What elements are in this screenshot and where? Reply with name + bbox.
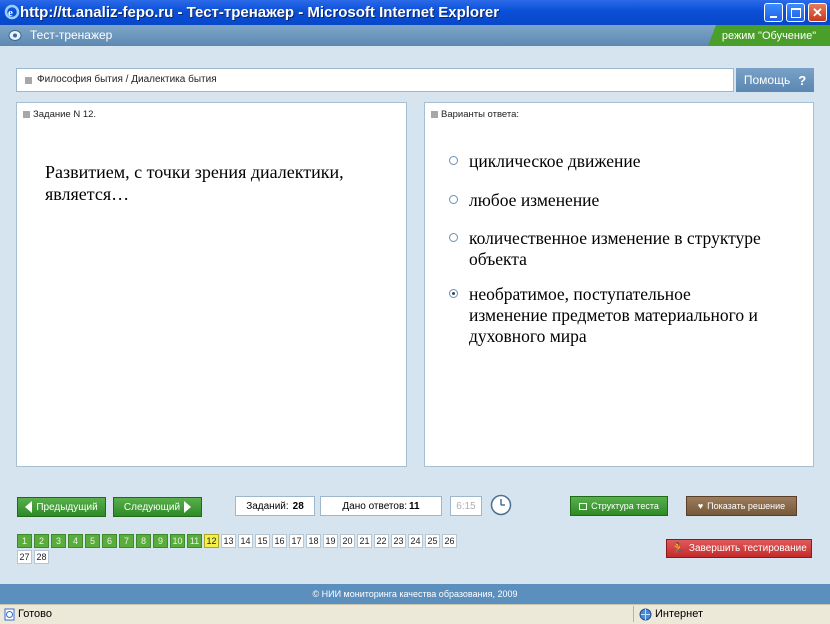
maximize-button[interactable] bbox=[786, 3, 805, 22]
close-button[interactable]: ✕ bbox=[808, 3, 827, 22]
tasks-count: 28 bbox=[292, 500, 304, 512]
question-header: Задание N 12. bbox=[33, 109, 97, 120]
question-text: Развитием, с точки зрения диалектики, яв… bbox=[45, 162, 344, 204]
answer-label: циклическое движение bbox=[469, 151, 641, 171]
task-number-17[interactable]: 17 bbox=[289, 534, 304, 548]
question-header-bullet-icon bbox=[23, 111, 30, 118]
title-bar: e http://tt.analiz-fepo.ru - Тест-тренаж… bbox=[0, 0, 830, 25]
task-number-8[interactable]: 8 bbox=[136, 534, 151, 548]
show-solution-label: Показать решение bbox=[707, 501, 786, 511]
app-header: Тест-тренажер bbox=[0, 25, 830, 46]
radio-button[interactable] bbox=[449, 233, 458, 242]
task-number-19[interactable]: 19 bbox=[323, 534, 338, 548]
finish-test-button[interactable]: 🏃 Завершить тестирование bbox=[666, 539, 812, 558]
arrow-right-icon bbox=[184, 501, 192, 513]
globe-icon bbox=[639, 608, 652, 621]
arrow-left-icon bbox=[25, 501, 33, 513]
radio-button-selected[interactable] bbox=[449, 289, 458, 298]
task-number-22[interactable]: 22 bbox=[374, 534, 389, 548]
status-bar: Готово Интернет bbox=[0, 604, 830, 624]
minimize-icon bbox=[770, 15, 777, 18]
task-number-9[interactable]: 9 bbox=[153, 534, 168, 548]
next-button[interactable]: Следующий bbox=[113, 497, 202, 517]
tasks-label: Заданий: bbox=[246, 500, 289, 512]
restore-icon bbox=[790, 7, 801, 18]
help-button[interactable]: Помощь ? bbox=[736, 68, 814, 92]
task-number-2[interactable]: 2 bbox=[34, 534, 49, 548]
previous-button[interactable]: Предыдущий bbox=[17, 497, 106, 517]
answer-label: необратимое, поступательное изменение пр… bbox=[469, 284, 758, 346]
page-icon bbox=[4, 608, 15, 621]
structure-icon bbox=[579, 502, 588, 510]
minimize-button[interactable] bbox=[764, 3, 783, 22]
question-panel: Задание N 12. Развитием, с точки зрения … bbox=[16, 102, 407, 467]
task-number-23[interactable]: 23 bbox=[391, 534, 406, 548]
answers-header: Варианты ответа: bbox=[441, 109, 520, 120]
help-label: Помощь bbox=[743, 73, 791, 87]
task-number-25[interactable]: 25 bbox=[425, 534, 440, 548]
task-number-28[interactable]: 28 bbox=[34, 550, 49, 564]
clock-icon[interactable] bbox=[490, 494, 512, 516]
task-number-20[interactable]: 20 bbox=[340, 534, 355, 548]
answers-panel: Варианты ответа: циклическое движение лю… bbox=[424, 102, 814, 467]
answers-header-bullet-icon bbox=[431, 111, 438, 118]
app-logo-icon bbox=[8, 30, 22, 41]
test-structure-button[interactable]: Структура теста bbox=[570, 496, 668, 516]
task-number-1[interactable]: 1 bbox=[17, 534, 32, 548]
breadcrumb-bullet-icon bbox=[25, 77, 32, 84]
task-number-12[interactable]: 12 bbox=[204, 534, 219, 548]
security-zone: Интернет bbox=[655, 608, 703, 620]
task-number-21[interactable]: 21 bbox=[357, 534, 372, 548]
window-title: http://tt.analiz-fepo.ru - Тест-тренажер… bbox=[20, 4, 500, 21]
app-title: Тест-тренажер bbox=[30, 28, 113, 42]
show-solution-button[interactable]: ♥ Показать решение bbox=[686, 496, 797, 516]
task-number-3[interactable]: 3 bbox=[51, 534, 66, 548]
footer: © НИИ мониторинга качества образования, … bbox=[0, 584, 830, 604]
task-number-10[interactable]: 10 bbox=[170, 534, 185, 548]
status-divider bbox=[633, 606, 634, 622]
task-number-15[interactable]: 15 bbox=[255, 534, 270, 548]
answer-label: любое изменение bbox=[469, 190, 600, 210]
ie-logo-icon: e bbox=[4, 4, 20, 20]
radio-button[interactable] bbox=[449, 156, 458, 165]
task-number-4[interactable]: 4 bbox=[68, 534, 83, 548]
question-mark-icon: ? bbox=[798, 72, 807, 88]
task-number-27[interactable]: 27 bbox=[17, 550, 32, 564]
timer-display: 6:15 bbox=[450, 496, 482, 516]
close-icon: ✕ bbox=[812, 4, 823, 20]
finish-label: Завершить тестирование bbox=[688, 543, 807, 554]
tasks-counter: Заданий: 28 bbox=[235, 496, 315, 516]
book-icon: ♥ bbox=[697, 501, 704, 511]
status-text: Готово bbox=[18, 608, 52, 620]
task-number-7[interactable]: 7 bbox=[119, 534, 134, 548]
answers-count: 11 bbox=[409, 500, 420, 512]
breadcrumb: Философия бытия / Диалектика бытия bbox=[16, 68, 734, 92]
task-number-13[interactable]: 13 bbox=[221, 534, 236, 548]
task-number-14[interactable]: 14 bbox=[238, 534, 253, 548]
runner-icon: 🏃 bbox=[671, 543, 685, 555]
task-number-16[interactable]: 16 bbox=[272, 534, 287, 548]
structure-label: Структура теста bbox=[591, 501, 659, 511]
answer-label: количественное изменение в структуре объ… bbox=[469, 228, 761, 269]
radio-button[interactable] bbox=[449, 195, 458, 204]
next-label: Следующий bbox=[123, 501, 181, 513]
mode-badge: режим "Обучение" bbox=[708, 25, 830, 46]
task-number-6[interactable]: 6 bbox=[102, 534, 117, 548]
previous-label: Предыдущий bbox=[36, 501, 98, 513]
task-number-26[interactable]: 26 bbox=[442, 534, 457, 548]
breadcrumb-text: Философия бытия / Диалектика бытия bbox=[37, 74, 217, 85]
answers-label: Дано ответов: bbox=[342, 500, 408, 512]
task-number-5[interactable]: 5 bbox=[85, 534, 100, 548]
answers-counter: Дано ответов: 11 bbox=[320, 496, 442, 516]
task-number-18[interactable]: 18 bbox=[306, 534, 321, 548]
svg-text:e: e bbox=[8, 7, 13, 19]
task-number-11[interactable]: 11 bbox=[187, 534, 202, 548]
task-number-24[interactable]: 24 bbox=[408, 534, 423, 548]
